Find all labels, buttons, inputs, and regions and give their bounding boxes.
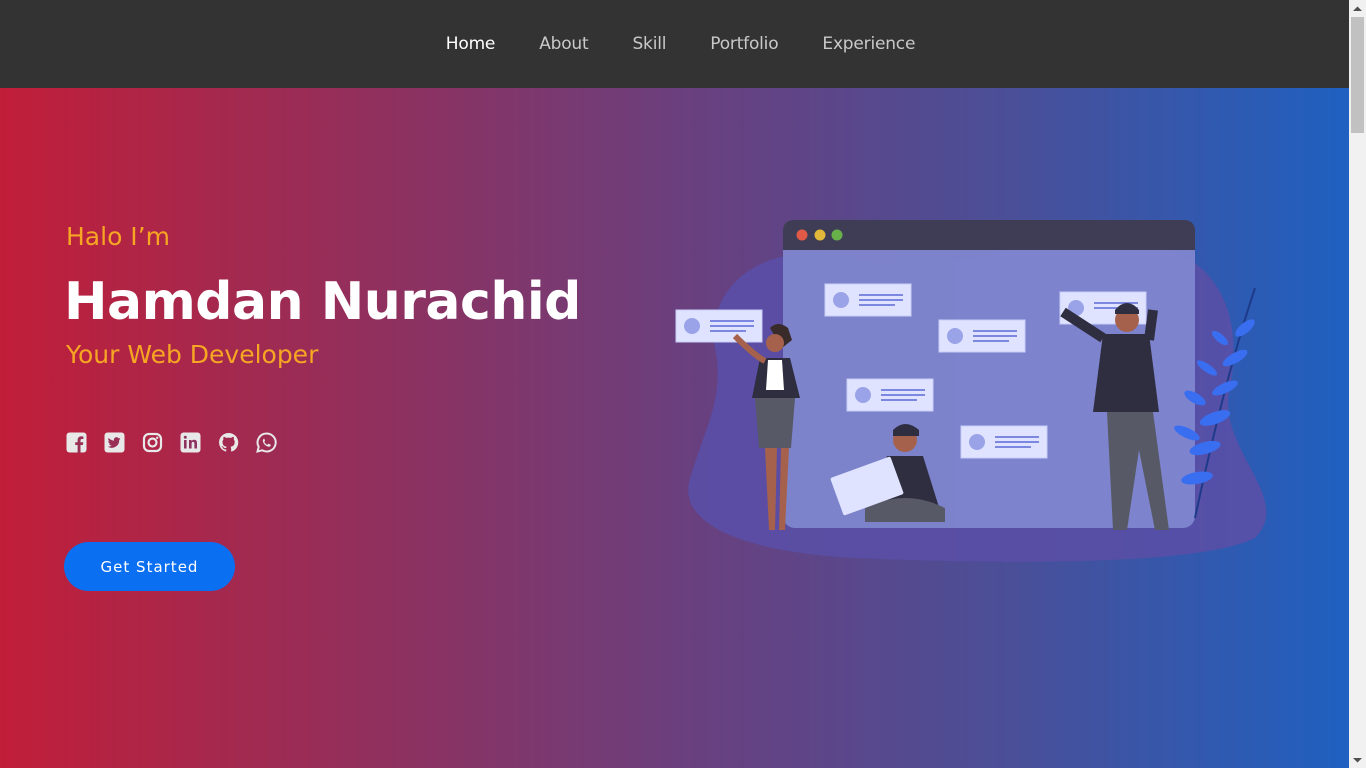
nav-about[interactable]: About [539,34,588,54]
instagram-icon[interactable] [142,431,163,453]
team-collaboration-illustration [675,220,1267,562]
twitter-icon[interactable] [104,431,125,453]
whatsapp-icon[interactable] [256,431,277,453]
facebook-icon[interactable] [66,431,87,453]
nav-portfolio[interactable]: Portfolio [710,34,778,54]
scroll-down-arrow-icon[interactable] [1349,751,1366,768]
scrollbar-thumb[interactable] [1351,17,1364,133]
hero-name: Hamdan Nurachid [64,272,581,332]
top-navbar: Home About Skill Portfolio Experience [0,0,1349,88]
hero-role: Your Web Developer [66,340,319,369]
get-started-button[interactable]: Get Started [64,542,235,591]
nav-experience[interactable]: Experience [822,34,915,54]
hero-greeting: Halo I’m [66,222,170,251]
social-links [66,431,277,453]
github-icon[interactable] [218,431,239,453]
linkedin-icon[interactable] [180,431,201,453]
nav-home[interactable]: Home [446,34,496,54]
hero-section: Halo I’m Hamdan Nurachid Your Web Develo… [0,88,1349,768]
scroll-up-arrow-icon[interactable] [1349,0,1366,17]
vertical-scrollbar[interactable] [1349,0,1366,768]
nav-skill[interactable]: Skill [632,34,666,54]
